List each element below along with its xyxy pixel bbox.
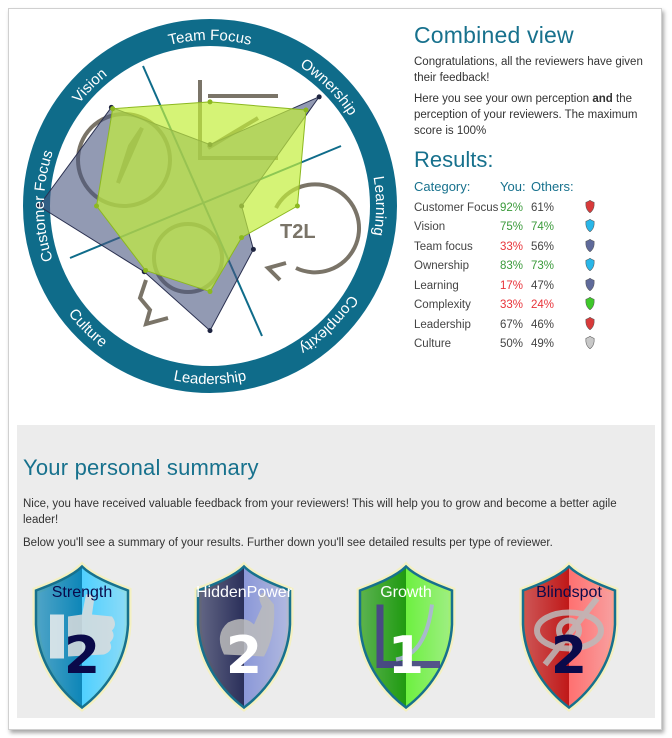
combined-view-panel: Combined view Congratulations, all the r… <box>414 22 654 354</box>
badge-hiddenpower[interactable]: HiddenPower 2 <box>190 560 298 714</box>
badge-count: 2 <box>63 626 101 686</box>
data-point <box>294 203 300 209</box>
category-cell: Team focus <box>414 240 473 253</box>
shield-icon <box>585 257 595 277</box>
you-score: 17% <box>500 279 524 292</box>
others-score: 46% <box>531 318 555 331</box>
shield-icon <box>585 335 595 355</box>
results-row: Culture 50% 49% <box>414 335 595 355</box>
summary-title: Your personal summary <box>23 455 259 480</box>
results-row: Complexity 33% 24% <box>414 296 595 316</box>
radar-chart: T2LCustomer FocusVisionTeam FocusOwnersh… <box>23 19 397 393</box>
others-score: 56% <box>531 240 555 253</box>
you-score: 33% <box>500 299 524 312</box>
data-point <box>143 267 149 273</box>
badge-label: Blindspot <box>536 584 602 601</box>
results-row: Ownership 83% 73% <box>414 257 595 277</box>
results-row: Vision 75% 74% <box>414 218 595 238</box>
badge-label: HiddenPower <box>195 584 293 601</box>
category-cell: Complexity <box>414 299 471 312</box>
axis-label: Learning <box>370 175 390 237</box>
col-category: Category: <box>414 179 471 194</box>
you-score: 92% <box>500 201 524 214</box>
badge-count: 1 <box>387 626 425 686</box>
badge-growth[interactable]: Growth 1 <box>352 560 460 714</box>
shield-icon <box>585 198 595 218</box>
results-row: Team focus 33% 56% <box>414 237 595 257</box>
others-score: 61% <box>531 201 555 214</box>
category-cell: Vision <box>414 221 446 234</box>
data-point <box>207 328 213 334</box>
data-point <box>110 106 116 112</box>
desc-pre: Here you see your own perception <box>414 93 593 105</box>
personal-summary-section: Your personal summary Nice, you have rec… <box>17 425 655 718</box>
summary-text-2: Below you'll see a summary of your resul… <box>23 537 553 549</box>
others-score: 24% <box>531 299 555 312</box>
category-cell: Leadership <box>414 318 471 331</box>
category-cell: Learning <box>414 279 459 292</box>
you-score: 33% <box>500 240 524 253</box>
category-cell: Ownership <box>414 260 469 273</box>
shield-icon <box>585 218 595 238</box>
data-point <box>303 107 309 113</box>
shield-icon <box>585 237 595 257</box>
description-text: Here you see your own perception and the… <box>414 91 654 139</box>
badge-label: Growth <box>380 584 432 601</box>
data-point <box>239 235 245 241</box>
others-score: 74% <box>531 221 555 234</box>
you-score: 75% <box>500 221 524 234</box>
summary-text-1: Nice, you have received valuable feedbac… <box>23 498 617 526</box>
shield-icon <box>585 296 595 316</box>
shield-icon <box>585 315 595 335</box>
shield-icon <box>585 276 595 296</box>
badge-count: 2 <box>550 626 588 686</box>
data-point <box>207 289 213 295</box>
data-point <box>94 203 100 209</box>
you-score: 67% <box>500 318 524 331</box>
category-cell: Customer Focus <box>414 201 499 214</box>
badge-count: 2 <box>225 626 263 686</box>
others-score: 49% <box>531 338 555 351</box>
t2l-label: T2L <box>280 221 316 243</box>
col-you: You: <box>500 179 526 194</box>
badge-blindspot[interactable]: Blindspot 2 <box>515 560 623 714</box>
results-row: Customer Focus 92% 61% <box>414 198 595 218</box>
data-point <box>207 99 213 105</box>
others-score: 47% <box>531 279 555 292</box>
badge-strength[interactable]: Strength 2 <box>28 560 136 714</box>
col-others: Others: <box>531 179 574 194</box>
results-title: Results: <box>414 147 494 172</box>
data-point <box>250 246 256 252</box>
results-row: Learning 17% 47% <box>414 276 595 296</box>
desc-bold: and <box>592 93 613 105</box>
results-table: Category: You: Others: Customer Focus 92… <box>414 179 595 354</box>
you-score: 83% <box>500 260 524 273</box>
category-cell: Culture <box>414 338 452 351</box>
page-title: Combined view <box>414 22 574 48</box>
data-point <box>316 94 322 100</box>
badge-label: Strength <box>51 584 113 601</box>
results-row: Leadership 67% 46% <box>414 315 595 335</box>
intro-text: Congratulations, all the reviewers have … <box>414 56 643 84</box>
you-score: 50% <box>500 338 524 351</box>
others-score: 73% <box>531 260 555 273</box>
